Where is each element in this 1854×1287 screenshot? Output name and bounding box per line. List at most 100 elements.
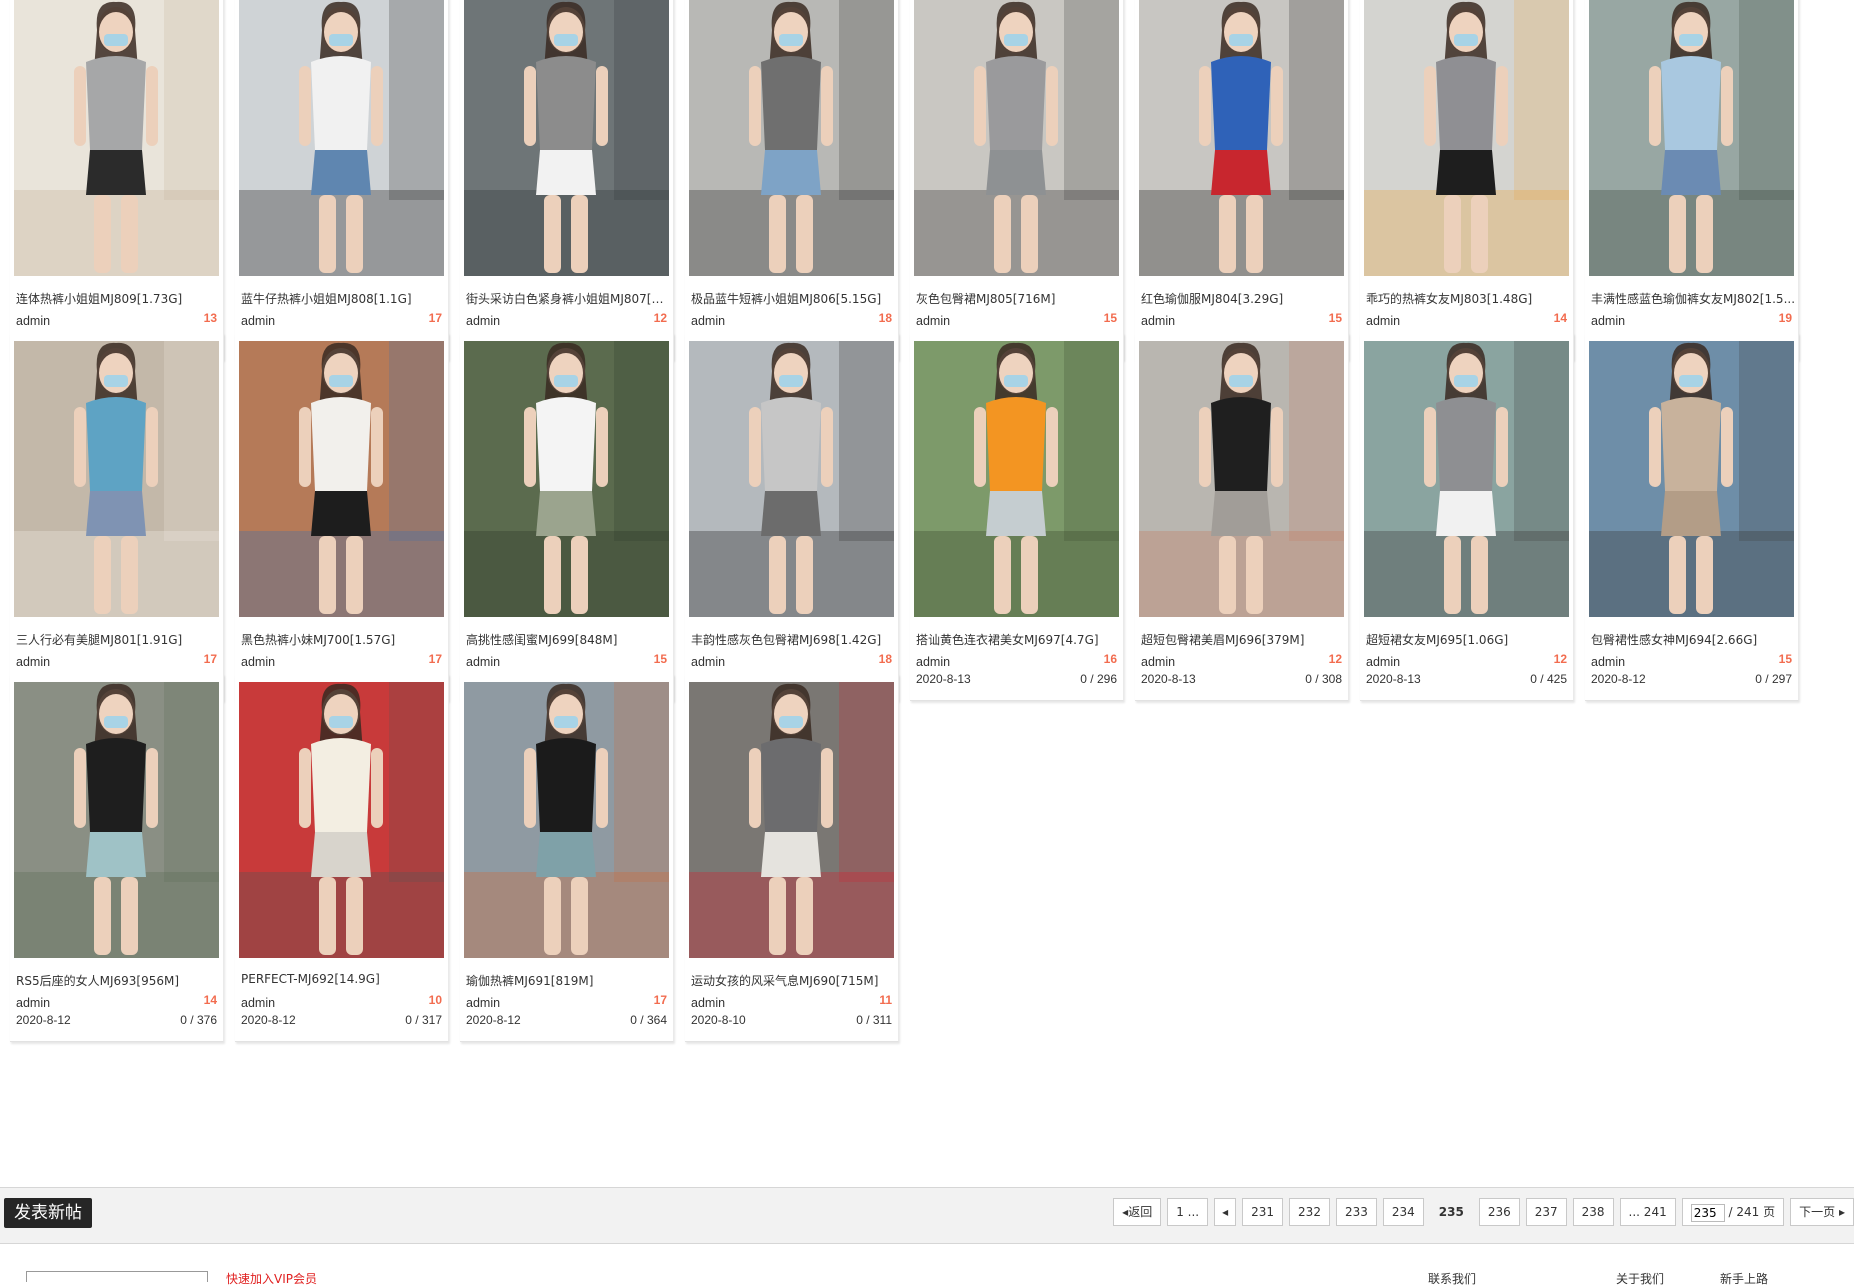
page-link-238[interactable]: 238	[1572, 1198, 1614, 1226]
page-first-link[interactable]: 1 ...	[1167, 1198, 1209, 1226]
thread-card[interactable]: 乖巧的热裤女友MJ803[1.48G]admin142020-8-150 / 3…	[1360, 0, 1574, 360]
thread-author[interactable]: admin	[16, 655, 50, 669]
thread-title[interactable]: 三人行必有美腿MJ801[1.91G]	[16, 631, 220, 648]
thread-card[interactable]: 丰满性感蓝色瑜伽裤女友MJ802[1.5...admin192020-8-150…	[1585, 0, 1799, 360]
thread-card[interactable]: 超短裙女友MJ695[1.06G] admin 12 2020-8-13 0 / 425	[1360, 333, 1574, 701]
thread-thumbnail[interactable]	[464, 0, 669, 276]
thread-author[interactable]: admin	[1591, 655, 1625, 669]
thread-card[interactable]: 包臀裙性感女神MJ694[2.66G] admin 15 2020-8-12 0 / 2…	[1585, 333, 1799, 701]
thread-author[interactable]: admin	[241, 655, 275, 669]
back-button[interactable]: ◂返回	[1113, 1198, 1162, 1226]
thread-card[interactable]: 连体热裤小姐姐MJ809[1.73G]admin132020-8-170 / 3…	[10, 0, 224, 360]
thread-thumbnail[interactable]	[1139, 0, 1344, 276]
thread-author[interactable]: admin	[1591, 314, 1625, 328]
thread-thumbnail[interactable]	[464, 682, 669, 958]
vip-link[interactable]: 快速加入VIP会员	[226, 1270, 317, 1287]
thread-title[interactable]: 丰韵性感灰色包臀裙MJ698[1.42G]	[691, 631, 895, 648]
thread-thumbnail[interactable]	[1139, 341, 1344, 617]
thread-author[interactable]: admin	[466, 996, 500, 1010]
page-jump-input[interactable]	[1690, 1203, 1725, 1222]
thread-thumbnail[interactable]	[464, 341, 669, 617]
thread-card[interactable]: 运动女孩的风采气息MJ690[715M] admin 11 2020-8-10 0 / …	[685, 674, 899, 1042]
thread-author[interactable]: admin	[916, 314, 950, 328]
thread-author[interactable]: admin	[916, 655, 950, 669]
new-post-button[interactable]: 发表新帖	[4, 1198, 92, 1228]
thread-author[interactable]: admin	[1141, 314, 1175, 328]
thread-reply-count: 18	[878, 311, 892, 325]
thread-author[interactable]: admin	[1366, 655, 1400, 669]
thread-author[interactable]: admin	[16, 996, 50, 1010]
thread-title[interactable]: 超短裙女友MJ695[1.06G]	[1366, 631, 1570, 648]
thread-card[interactable]: 极品蓝牛短裤小姐姐MJ806[5.15G]admin182020-8-160 /…	[685, 0, 899, 360]
thread-author[interactable]: admin	[241, 996, 275, 1010]
thread-title[interactable]: 黑色热裤小妹MJ700[1.57G]	[241, 631, 445, 648]
thread-card[interactable]: RS5后座的女人MJ693[956M] admin 14 2020-8-12 0 / 3…	[10, 674, 224, 1042]
footer-link-about[interactable]: 关于我们	[1616, 1270, 1664, 1287]
thread-thumbnail[interactable]	[1364, 0, 1569, 276]
thread-card[interactable]: 红色瑜伽服MJ804[3.29G]admin152020-8-160 / 202	[1135, 0, 1349, 360]
thread-title[interactable]: 灰色包臀裙MJ805[716M]	[916, 290, 1120, 307]
thread-author[interactable]: admin	[691, 314, 725, 328]
footer-link-guide[interactable]: 新手上路	[1720, 1270, 1768, 1287]
thread-thumbnail[interactable]	[14, 682, 219, 958]
thread-author[interactable]: admin	[691, 996, 725, 1010]
thread-author[interactable]: admin	[16, 314, 50, 328]
thread-author[interactable]: admin	[241, 314, 275, 328]
page-last-link[interactable]: ... 241	[1619, 1198, 1676, 1226]
thread-title[interactable]: 超短包臀裙美眉MJ696[379M]	[1141, 631, 1345, 648]
thread-card[interactable]: 黑色热裤小妹MJ700[1.57G]admin172020-8-140 / 32…	[235, 333, 449, 701]
thread-title[interactable]: 蓝牛仔热裤小姐姐MJ808[1.1G]	[241, 290, 445, 307]
thread-title[interactable]: 包臀裙性感女神MJ694[2.66G]	[1591, 631, 1795, 648]
thread-title[interactable]: 极品蓝牛短裤小姐姐MJ806[5.15G]	[691, 290, 895, 307]
prev-page-button[interactable]: ◂	[1214, 1198, 1237, 1226]
thread-thumbnail[interactable]	[14, 341, 219, 617]
thread-thumbnail[interactable]	[239, 0, 444, 276]
thread-title[interactable]: 红色瑜伽服MJ804[3.29G]	[1141, 290, 1345, 307]
thread-thumbnail[interactable]	[1589, 0, 1794, 276]
page-link-233[interactable]: 233	[1335, 1198, 1377, 1226]
thread-author[interactable]: admin	[1366, 314, 1400, 328]
thread-card[interactable]: 搭讪黄色连衣裙美女MJ697[4.7G] admin 16 2020-8-13 0 / …	[910, 333, 1124, 701]
next-page-button[interactable]: 下一页 ▸	[1790, 1198, 1854, 1226]
thread-card[interactable]: 灰色包臀裙MJ805[716M]admin152020-8-160 / 249	[910, 0, 1124, 360]
page-link-237[interactable]: 237	[1525, 1198, 1567, 1226]
thread-card[interactable]: 瑜伽热裤MJ691[819M] admin 17 2020-8-12 0 / 364	[460, 674, 674, 1042]
thread-title[interactable]: 丰满性感蓝色瑜伽裤女友MJ802[1.5...	[1591, 290, 1795, 307]
thread-thumbnail[interactable]	[239, 341, 444, 617]
thread-card[interactable]: 街头采访白色紧身裤小姐姐MJ807[2...admin122020-8-170 …	[460, 0, 674, 360]
thread-card[interactable]: 丰韵性感灰色包臀裙MJ698[1.42G]admin182020-8-140 /…	[685, 333, 899, 701]
thread-title[interactable]: 搭讪黄色连衣裙美女MJ697[4.7G]	[916, 631, 1120, 648]
thread-title[interactable]: 乖巧的热裤女友MJ803[1.48G]	[1366, 290, 1570, 307]
thread-card[interactable]: 超短包臀裙美眉MJ696[379M] admin 12 2020-8-13 0 / 30…	[1135, 333, 1349, 701]
footer-link-contact[interactable]: 联系我们	[1428, 1270, 1476, 1287]
thread-thumbnail[interactable]	[914, 0, 1119, 276]
thread-title[interactable]: 连体热裤小姐姐MJ809[1.73G]	[16, 290, 220, 307]
thread-title[interactable]: 街头采访白色紧身裤小姐姐MJ807[2...	[466, 290, 670, 307]
thread-card[interactable]: 三人行必有美腿MJ801[1.91G]admin172020-8-150 / 3…	[10, 333, 224, 701]
thread-thumbnail[interactable]	[689, 0, 894, 276]
page-link-236[interactable]: 236	[1478, 1198, 1520, 1226]
footer: 快速加入VIP会员 联系我们 关于我们 新手上路	[0, 1242, 1854, 1286]
thread-thumbnail[interactable]	[14, 0, 219, 276]
page-link-234[interactable]: 234	[1382, 1198, 1424, 1226]
thread-thumbnail[interactable]	[1364, 341, 1569, 617]
thread-title[interactable]: 运动女孩的风采气息MJ690[715M]	[691, 972, 895, 989]
thread-card[interactable]: PERFECT-MJ692[14.9G] admin 10 2020-8-12 0 / …	[235, 674, 449, 1042]
thread-title[interactable]: PERFECT-MJ692[14.9G]	[241, 972, 445, 986]
thread-thumbnail[interactable]	[914, 341, 1119, 617]
thread-thumbnail[interactable]	[689, 341, 894, 617]
thread-author[interactable]: admin	[466, 314, 500, 328]
thread-card[interactable]: 蓝牛仔热裤小姐姐MJ808[1.1G]admin172020-8-170 / 2…	[235, 0, 449, 360]
thread-author[interactable]: admin	[1141, 655, 1175, 669]
thread-thumbnail[interactable]	[239, 682, 444, 958]
thread-thumbnail[interactable]	[689, 682, 894, 958]
thread-author[interactable]: admin	[691, 655, 725, 669]
thread-author[interactable]: admin	[466, 655, 500, 669]
thread-title[interactable]: 瑜伽热裤MJ691[819M]	[466, 972, 670, 989]
thread-card[interactable]: 高挑性感闺蜜MJ699[848M]admin152020-8-140 / 335	[460, 333, 674, 701]
thread-thumbnail[interactable]	[1589, 341, 1794, 617]
page-link-231[interactable]: 231	[1242, 1198, 1284, 1226]
page-link-232[interactable]: 232	[1289, 1198, 1330, 1226]
thread-title[interactable]: RS5后座的女人MJ693[956M]	[16, 972, 220, 989]
thread-title[interactable]: 高挑性感闺蜜MJ699[848M]	[466, 631, 670, 648]
